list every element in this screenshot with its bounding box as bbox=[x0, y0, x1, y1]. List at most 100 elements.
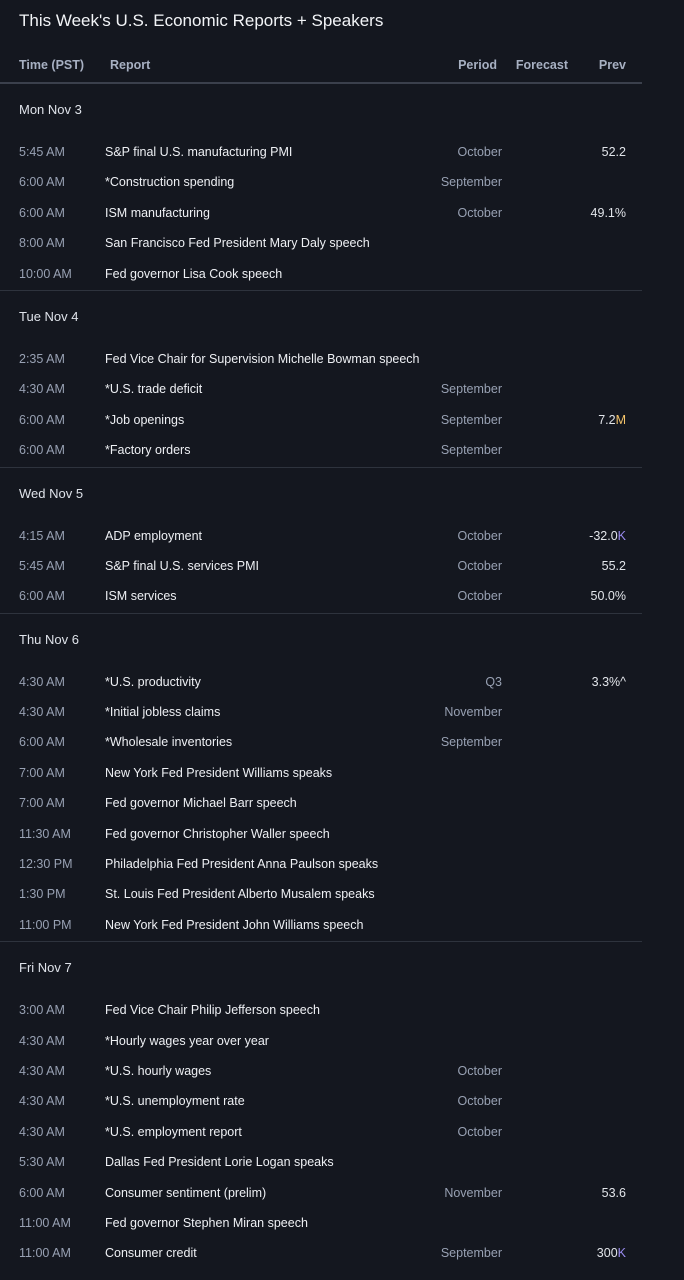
table-row[interactable]: 6:00 AM *Wholesale inventories September bbox=[0, 728, 642, 758]
prev-value: 300 bbox=[596, 1246, 618, 1261]
prev-unit: K bbox=[617, 1246, 626, 1261]
time-cell: 7:00 AM bbox=[19, 765, 65, 780]
time-cell: 4:30 AM bbox=[19, 1063, 65, 1078]
time-cell: 4:30 AM bbox=[19, 1124, 65, 1139]
time-cell: 4:30 AM bbox=[19, 1033, 65, 1048]
column-header-period[interactable]: Period bbox=[458, 58, 497, 72]
column-header-time[interactable]: Time (PST) bbox=[19, 58, 84, 72]
table-row[interactable]: 11:00 AM Fed governor Stephen Miran speec… bbox=[0, 1209, 642, 1239]
table-row[interactable]: 7:00 AM New York Fed President Williams s… bbox=[0, 759, 642, 789]
prev-cell: 300K bbox=[597, 1246, 626, 1260]
time-cell: 6:00 AM bbox=[19, 1185, 65, 1200]
time-cell: 5:45 AM bbox=[19, 145, 65, 159]
table-row[interactable]: 11:00 PM New York Fed President John Will… bbox=[0, 911, 642, 941]
table-row[interactable]: 6:00 AM *Factory orders September bbox=[0, 436, 642, 466]
report-cell: Fed governor Christopher Waller speech bbox=[105, 826, 330, 841]
report-cell: New York Fed President Williams speaks bbox=[105, 765, 333, 780]
time-cell: 1:30 PM bbox=[19, 887, 66, 902]
prev-value: 53.6 bbox=[601, 1185, 626, 1200]
report-cell: *U.S. hourly wages bbox=[105, 1063, 212, 1078]
table-row[interactable]: 4:30 AM *U.S. hourly wages October bbox=[0, 1057, 642, 1087]
table-row[interactable]: 6:00 AM Consumer sentiment (prelim) Novemb… bbox=[0, 1179, 642, 1209]
table-row[interactable]: 11:30 AM Fed governor Christopher Waller … bbox=[0, 820, 642, 850]
prev-cell: 50.0% bbox=[591, 589, 626, 603]
table-row[interactable]: 10:00 AM Fed governor Lisa Cook speech bbox=[0, 260, 642, 290]
table-row[interactable]: 8:00 AM San Francisco Fed President Mary … bbox=[0, 229, 642, 259]
period-cell: September bbox=[440, 443, 502, 458]
time-cell: 6:00 AM bbox=[19, 735, 65, 750]
time-cell: 11:30 AM bbox=[19, 826, 71, 841]
day-group: Mon Nov 3 5:45 AM S&P final U.S. manufactu… bbox=[0, 84, 642, 291]
report-cell: *Wholesale inventories bbox=[105, 735, 233, 750]
column-header-forecast[interactable]: Forecast bbox=[516, 58, 568, 72]
table-row[interactable]: 4:30 AM *Initial jobless claims November bbox=[0, 698, 642, 728]
time-cell: 6:00 AM bbox=[19, 205, 65, 220]
table-row[interactable]: 6:00 AM ISM manufacturing October 49.1% bbox=[0, 199, 642, 229]
report-cell: *U.S. trade deficit bbox=[105, 382, 203, 397]
day-groups: Mon Nov 3 5:45 AM S&P final U.S. manufactu… bbox=[0, 84, 642, 1270]
table-row[interactable]: 4:30 AM *U.S. employment report October bbox=[0, 1118, 642, 1148]
prev-unit: K bbox=[617, 528, 626, 543]
day-label: Tue Nov 4 bbox=[19, 308, 79, 324]
prev-value: 55.2 bbox=[601, 558, 626, 573]
table-row[interactable]: 4:30 AM *Hourly wages year over year bbox=[0, 1027, 642, 1057]
table-row[interactable]: 4:30 AM *U.S. productivity Q3 3.3%^ bbox=[0, 668, 642, 698]
table-row[interactable]: 1:30 PM St. Louis Fed President Alberto M… bbox=[0, 880, 642, 910]
period-cell: October bbox=[457, 205, 502, 220]
table-row[interactable]: 7:00 AM Fed governor Michael Barr speech bbox=[0, 789, 642, 819]
report-cell: Fed Vice Chair Philip Jefferson speech bbox=[105, 1003, 320, 1018]
time-cell: 7:00 AM bbox=[19, 796, 65, 811]
period-cell: October bbox=[457, 1124, 502, 1139]
table-row[interactable]: 11:00 AM Consumer credit September 300K bbox=[0, 1239, 642, 1269]
prev-cell: 49.1% bbox=[591, 206, 626, 220]
time-cell: 3:00 AM bbox=[19, 1003, 65, 1018]
table-row[interactable]: 5:45 AM S&P final U.S. services PMI Octobe… bbox=[0, 552, 642, 582]
table-row[interactable]: 4:30 AM *U.S. unemployment rate October bbox=[0, 1087, 642, 1117]
report-cell: Fed Vice Chair for Supervision Michelle … bbox=[105, 351, 420, 366]
prev-cell: 7.2M bbox=[598, 413, 626, 427]
day-group: Thu Nov 6 4:30 AM *U.S. productivity Q3 3.3%… bbox=[0, 614, 642, 943]
table-row[interactable]: 6:00 AM ISM services October 50.0% bbox=[0, 582, 642, 612]
period-cell: October bbox=[457, 589, 502, 604]
report-cell: *U.S. unemployment rate bbox=[105, 1094, 245, 1109]
table-row[interactable]: 6:00 AM *Job openings September 7.2M bbox=[0, 406, 642, 436]
time-cell: 11:00 PM bbox=[19, 917, 72, 932]
time-cell: 6:00 AM bbox=[19, 443, 65, 458]
prev-value: 7.2 bbox=[598, 412, 616, 427]
report-cell: Fed governor Lisa Cook speech bbox=[105, 266, 283, 281]
report-cell: *Hourly wages year over year bbox=[105, 1033, 269, 1048]
table-row[interactable]: 4:15 AM ADP employment October -32.0K bbox=[0, 522, 642, 552]
table-row[interactable]: 2:35 AM Fed Vice Chair for Supervision Mi… bbox=[0, 345, 642, 375]
day-label: Wed Nov 5 bbox=[19, 485, 84, 501]
report-cell: ADP employment bbox=[105, 528, 203, 543]
table-row[interactable]: 3:00 AM Fed Vice Chair Philip Jefferson s… bbox=[0, 996, 642, 1026]
table-row[interactable]: 5:45 AM S&P final U.S. manufacturing PMI O… bbox=[0, 138, 642, 168]
report-cell: Fed governor Stephen Miran speech bbox=[105, 1215, 308, 1230]
period-cell: October bbox=[457, 1063, 502, 1078]
table-row[interactable]: 4:30 AM *U.S. trade deficit September bbox=[0, 375, 642, 405]
prev-cell: 3.3%^ bbox=[592, 675, 626, 689]
report-cell: *U.S. productivity bbox=[105, 674, 201, 689]
column-header-report[interactable]: Report bbox=[110, 58, 150, 72]
period-cell: November bbox=[444, 705, 502, 720]
period-cell: September bbox=[440, 175, 502, 190]
column-header-prev[interactable]: Prev bbox=[599, 58, 626, 72]
prev-cell: 52.2 bbox=[602, 145, 626, 159]
time-cell: 6:00 AM bbox=[19, 412, 65, 427]
time-cell: 5:45 AM bbox=[19, 558, 65, 573]
time-cell: 4:30 AM bbox=[19, 382, 65, 397]
report-cell: Fed governor Michael Barr speech bbox=[105, 796, 297, 811]
report-cell: *Factory orders bbox=[105, 443, 191, 458]
table-row[interactable]: 6:00 AM *Construction spending September bbox=[0, 168, 642, 198]
time-cell: 2:35 AM bbox=[19, 351, 65, 366]
prev-cell: 53.6 bbox=[602, 1186, 626, 1200]
report-cell: *Job openings bbox=[105, 412, 185, 427]
prev-value: 49.1% bbox=[590, 205, 626, 220]
table-row[interactable]: 5:30 AM Dallas Fed President Lorie Logan … bbox=[0, 1148, 642, 1178]
table-row[interactable]: 12:30 PM Philadelphia Fed President Anna … bbox=[0, 850, 642, 880]
day-label: Thu Nov 6 bbox=[19, 631, 79, 647]
period-cell: September bbox=[440, 735, 502, 750]
period-cell: October bbox=[457, 558, 502, 573]
report-cell: Consumer credit bbox=[105, 1246, 197, 1261]
period-cell: October bbox=[457, 145, 502, 159]
